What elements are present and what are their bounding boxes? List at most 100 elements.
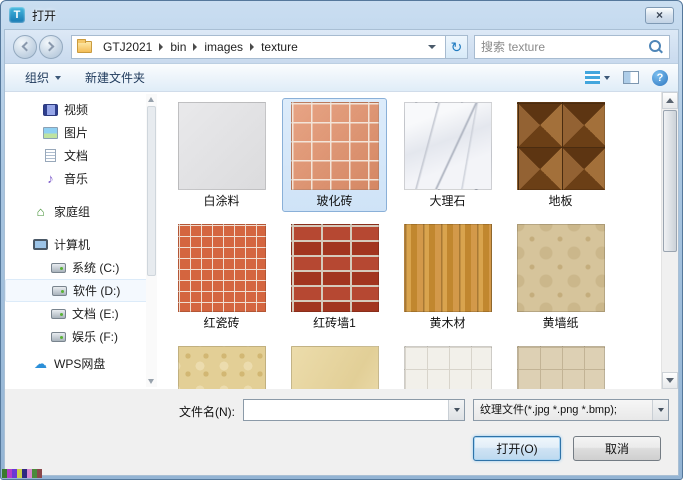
file-item[interactable]: 黄木材 (395, 220, 500, 334)
help-icon[interactable]: ? (652, 69, 668, 86)
cancel-button[interactable]: 取消 (573, 436, 661, 461)
filename-input[interactable] (244, 400, 448, 420)
file-item[interactable]: 红瓷砖 (169, 220, 274, 334)
video-icon (43, 103, 58, 116)
file-name: 白涂料 (203, 194, 240, 208)
sidebar-item-label: 软件 (D:) (73, 284, 121, 298)
scroll-up-button[interactable] (662, 92, 678, 109)
new-folder-button[interactable]: 新建文件夹 (75, 64, 155, 91)
file-thumbnail[interactable] (177, 346, 266, 389)
document-icon (45, 149, 56, 162)
file-thumbnail[interactable] (290, 346, 379, 389)
sidebar-item-drive-c[interactable]: 系统 (C:) (5, 256, 157, 279)
open-dialog-window: T 打开 × GTJ2021 bin images texture ↻ 搜索 t… (0, 0, 683, 480)
screen-artifact (2, 469, 42, 478)
file-thumbnail[interactable] (403, 224, 492, 312)
sidebar-item-drive-d[interactable]: 软件 (D:) (5, 279, 157, 302)
scroll-down-icon[interactable] (148, 379, 154, 384)
sidebar-item-videos[interactable]: 视频 (5, 98, 157, 121)
cancel-button-label: 取消 (604, 442, 629, 456)
file-thumbnail[interactable] (177, 224, 266, 312)
file-item-partial[interactable] (169, 342, 274, 389)
dropdown-arrow-icon (657, 408, 664, 412)
picture-icon (43, 126, 58, 139)
sidebar-item-pictures[interactable]: 图片 (5, 121, 157, 144)
close-button[interactable]: × (645, 6, 674, 24)
organize-button[interactable]: 组织 (15, 64, 71, 91)
open-button[interactable]: 打开(O) (473, 436, 561, 461)
sidebar: 视频 图片 文档 ♪ 音乐 ⌂ 家庭组 计算机 系统 (C:) 软件 (D:) … (5, 92, 157, 389)
dropdown-arrow-icon (453, 408, 460, 412)
scrollbar-thumb[interactable] (663, 110, 677, 252)
scroll-down-button[interactable] (662, 372, 678, 389)
forward-button[interactable] (39, 34, 63, 59)
file-item[interactable]: 红砖墙1 (282, 220, 387, 334)
file-thumbnail[interactable] (403, 346, 492, 389)
scroll-up-icon (666, 98, 674, 103)
file-item[interactable]: 黄墙纸 (508, 220, 613, 334)
breadcrumb-item[interactable]: bin (163, 36, 193, 58)
sidebar-item-label: 视频 (64, 103, 89, 117)
sidebar-item-homegroup[interactable]: ⌂ 家庭组 (5, 200, 157, 223)
file-thumbnail[interactable] (516, 224, 605, 312)
history-dropdown-icon[interactable] (428, 44, 436, 49)
sidebar-item-computer[interactable]: 计算机 (5, 233, 157, 256)
address-bar[interactable]: GTJ2021 bin images texture (71, 34, 445, 59)
file-thumbnail[interactable] (516, 346, 605, 389)
file-name: 红砖墙1 (313, 316, 356, 330)
filetype-value: 纹理文件(*.jpg *.png *.bmp); (480, 404, 617, 416)
file-thumbnail[interactable] (290, 224, 379, 312)
file-item-partial[interactable] (395, 342, 500, 389)
scroll-up-icon[interactable] (148, 97, 154, 102)
preview-pane-icon[interactable] (623, 71, 639, 84)
filetype-dropdown-button[interactable] (652, 400, 668, 420)
breadcrumb-item[interactable]: GTJ2021 (96, 36, 159, 58)
search-input[interactable] (475, 35, 649, 58)
sidebar-item-label: WPS网盘 (54, 357, 106, 371)
sidebar-item-label: 文档 (E:) (72, 307, 119, 321)
folder-icon (77, 38, 92, 53)
file-list-scrollbar[interactable] (661, 92, 678, 389)
file-thumbnail[interactable] (290, 102, 379, 190)
artifact-pixel (37, 469, 42, 478)
titlebar: T 打开 × (1, 1, 682, 29)
file-item[interactable]: 地板 (508, 98, 613, 212)
search-icon[interactable] (649, 39, 663, 54)
file-thumbnail[interactable] (516, 102, 605, 190)
filename-dropdown-button[interactable] (448, 400, 464, 420)
sidebar-item-label: 家庭组 (54, 205, 91, 219)
file-item-partial[interactable] (282, 342, 387, 389)
file-thumbnail[interactable] (177, 102, 266, 190)
file-name: 黄墙纸 (542, 316, 579, 330)
sidebar-item-label: 计算机 (54, 238, 91, 252)
file-item[interactable]: 大理石 (395, 98, 500, 212)
views-dropdown-icon (604, 75, 610, 80)
drive-icon (52, 285, 67, 296)
back-arrow-icon (21, 41, 32, 52)
scrollbar-thumb[interactable] (147, 106, 156, 276)
sidebar-item-wps-cloud[interactable]: ☁ WPS网盘 (5, 352, 157, 375)
views-button[interactable] (585, 71, 610, 84)
drive-icon (51, 331, 66, 342)
search-box[interactable] (474, 34, 670, 59)
file-name: 地板 (548, 194, 573, 208)
refresh-button[interactable]: ↻ (445, 34, 468, 59)
back-button[interactable] (13, 34, 37, 59)
breadcrumb-item[interactable]: images (197, 36, 250, 58)
filetype-combobox[interactable]: 纹理文件(*.jpg *.png *.bmp); (473, 399, 669, 421)
sidebar-item-documents[interactable]: 文档 (5, 144, 157, 167)
file-thumbnail[interactable] (403, 102, 492, 190)
file-item-partial[interactable] (508, 342, 613, 389)
breadcrumb-item[interactable]: texture (254, 36, 305, 58)
file-item[interactable]: 白涂料 (169, 98, 274, 212)
scrollbar-track[interactable] (662, 109, 678, 372)
filename-combobox[interactable] (243, 399, 465, 421)
sidebar-item-drive-f[interactable]: 娱乐 (F:) (5, 325, 157, 348)
file-list: 白涂料 玻化砖 大理石 地板 红瓷砖 红砖墙1 黄木材 黄墙纸 (157, 92, 678, 389)
sidebar-item-music[interactable]: ♪ 音乐 (5, 167, 157, 190)
file-grid: 白涂料 玻化砖 大理石 地板 红瓷砖 红砖墙1 黄木材 黄墙纸 (157, 92, 661, 389)
file-item-selected[interactable]: 玻化砖 (282, 98, 387, 212)
new-folder-label: 新建文件夹 (85, 71, 146, 85)
sidebar-item-drive-e[interactable]: 文档 (E:) (5, 302, 157, 325)
sidebar-scrollbar[interactable] (146, 94, 157, 387)
